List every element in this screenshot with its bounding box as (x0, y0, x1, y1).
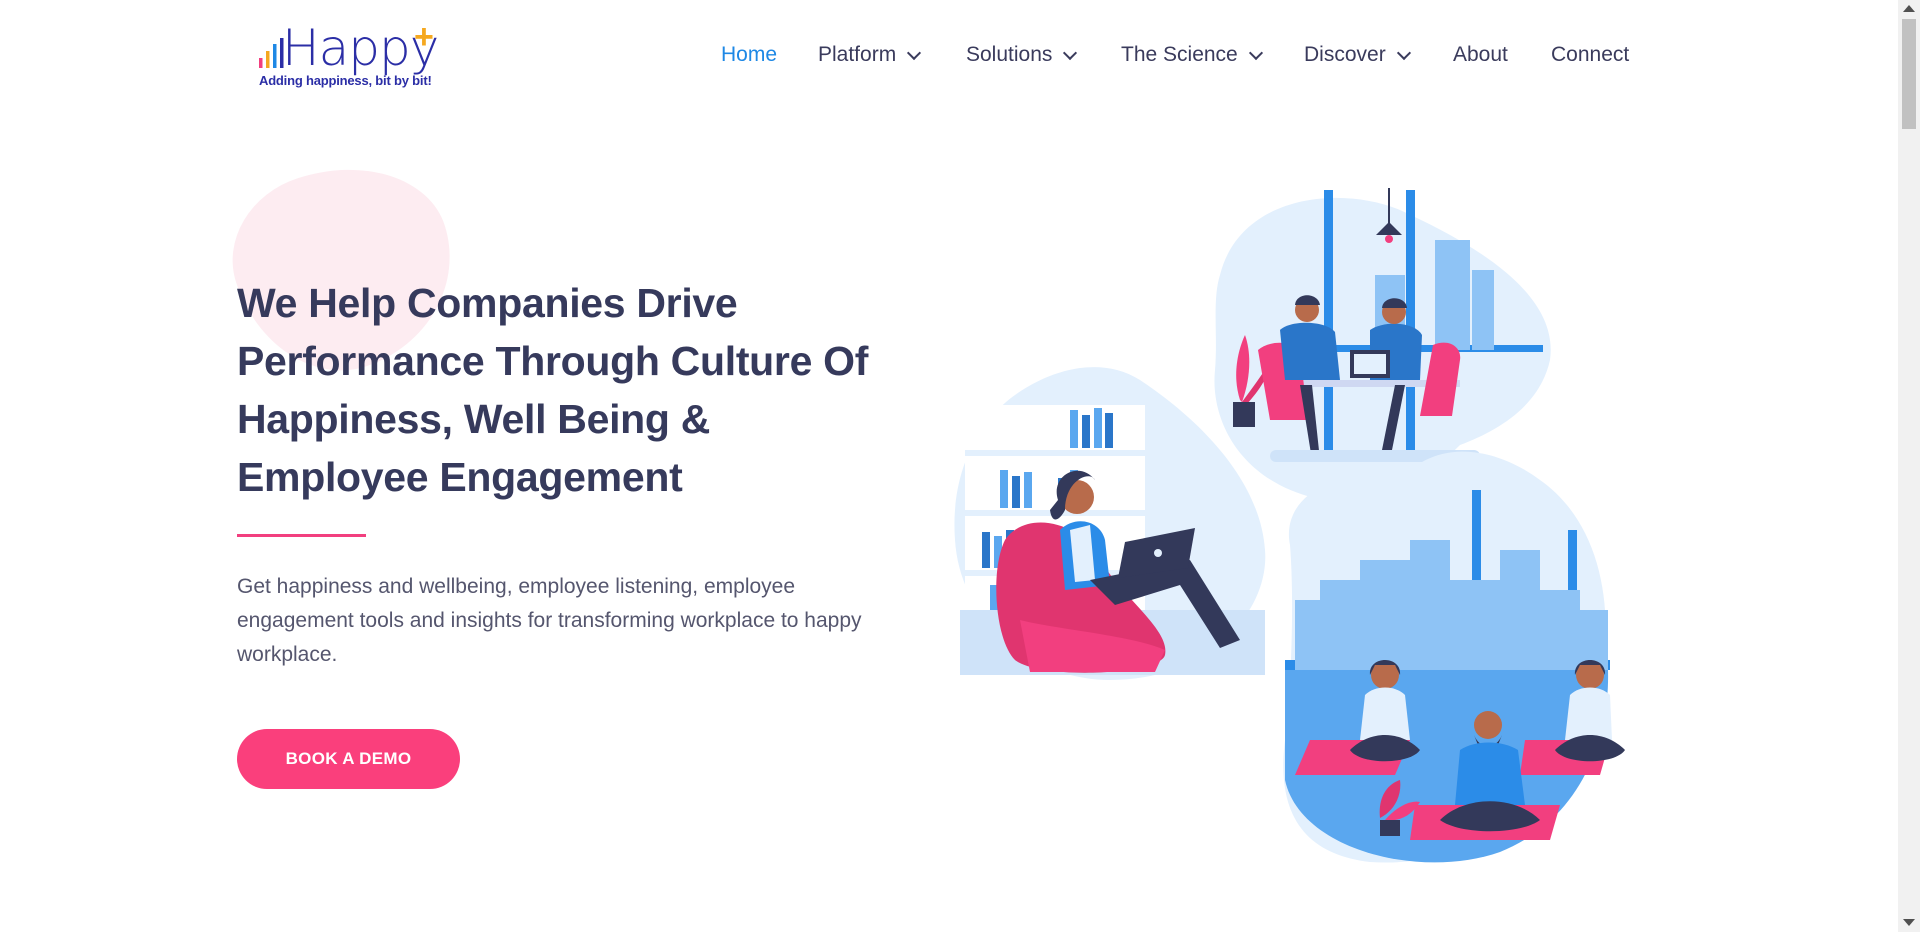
chevron-down-icon (1248, 45, 1263, 60)
nav-about[interactable]: About (1453, 40, 1508, 70)
nav-label: Discover (1304, 43, 1386, 66)
nav-discover[interactable]: Discover (1304, 40, 1411, 70)
nav-solutions[interactable]: Solutions (966, 40, 1078, 70)
scroll-thumb[interactable] (1902, 19, 1916, 129)
brand-plus: + (414, 18, 434, 56)
nav-platform[interactable]: Platform (818, 40, 922, 70)
nav-connect[interactable]: Connect (1551, 40, 1629, 70)
chevron-down-icon (1063, 45, 1078, 60)
nav-label: Connect (1551, 43, 1630, 66)
nav-the-science[interactable]: The Science (1121, 40, 1263, 70)
remote-work-scene (954, 367, 1266, 680)
nav-label: Platform (818, 43, 897, 66)
scroll-down-arrow-icon[interactable] (1903, 919, 1915, 926)
nav-label: The Science (1121, 43, 1238, 66)
brand-tagline: Adding happiness, bit by bit! (259, 73, 432, 88)
chevron-down-icon (907, 45, 922, 60)
yoga-scene (1283, 451, 1625, 863)
chevron-down-icon (1396, 45, 1411, 60)
nav-home[interactable]: Home (721, 40, 777, 70)
book-demo-button[interactable]: BOOK A DEMO (237, 729, 460, 789)
hero-description: Get happiness and wellbeing, employee li… (237, 575, 862, 666)
nav-label: Solutions (966, 43, 1053, 66)
meeting-scene (1214, 188, 1551, 502)
scroll-up-arrow-icon[interactable] (1903, 5, 1915, 12)
page-scrollbar[interactable] (1898, 0, 1920, 932)
hero-title: We Help Companies Drive Performance Thro… (237, 280, 869, 500)
site-header: Happy + Adding happiness, bit by bit! Ho… (0, 0, 1898, 110)
brand-logo[interactable]: Happy + Adding happiness, bit by bit! (256, 20, 456, 95)
nav-label: About (1453, 43, 1508, 66)
workplace-illustration (954, 188, 1625, 863)
nav-label: Home (721, 43, 778, 66)
accent-divider (237, 534, 366, 537)
